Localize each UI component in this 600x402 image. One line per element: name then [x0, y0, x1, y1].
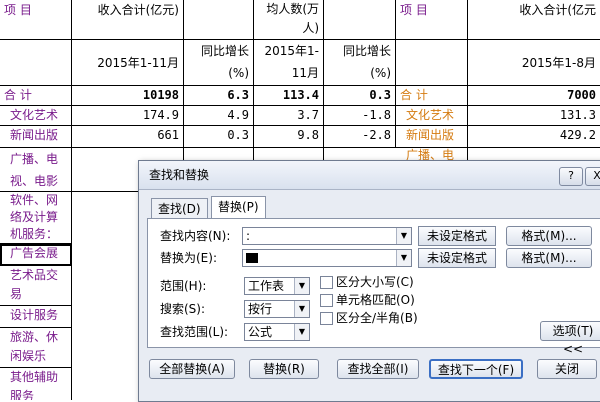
lookin-value: 公式: [248, 325, 273, 339]
header-revenue-total[interactable]: 收入合计(亿元): [72, 0, 184, 40]
row-name[interactable]: 设计服务: [0, 306, 72, 328]
row-value[interactable]: -1.8: [324, 106, 396, 126]
chevron-down-icon[interactable]: ▼: [294, 324, 309, 340]
match-byte-label: 区分全/半角(B): [336, 311, 418, 325]
header-revenue-total-2[interactable]: 收入合计(亿元: [468, 0, 600, 40]
row-value[interactable]: 174.9: [72, 106, 184, 126]
search-label: 搜索(S):: [160, 302, 206, 316]
find-all-button[interactable]: 查找全部(I): [337, 359, 419, 379]
header2-blank-2[interactable]: [396, 40, 468, 86]
lookin-label: 查找范围(L):: [160, 325, 229, 339]
replace-all-button[interactable]: 全部替换(A): [149, 359, 235, 379]
row-value[interactable]: -2.8: [324, 126, 396, 148]
row-name[interactable]: 合 计: [0, 86, 72, 106]
find-next-button[interactable]: 查找下一个(F): [429, 359, 523, 379]
chevron-down-icon[interactable]: ▼: [294, 301, 309, 317]
row-value[interactable]: 10198: [72, 86, 184, 106]
match-cell-label: 单元格匹配(O): [336, 293, 415, 307]
match-byte-checkbox[interactable]: [320, 312, 333, 325]
row-value[interactable]: 7000: [468, 86, 600, 106]
row-value[interactable]: 113.4: [254, 86, 324, 106]
row-name[interactable]: 旅游、休闲娱乐: [0, 328, 72, 368]
table-row: 合 计 10198 6.3 113.4 0.3 合 计 7000: [0, 86, 600, 106]
header-yoy-2[interactable]: 同比增长(%): [324, 40, 396, 86]
lookin-select[interactable]: 公式 ▼: [244, 323, 310, 341]
header-row-1: 项 目 收入合计(亿元) 均人数(万人) 项 目 收入合计(亿元: [0, 0, 600, 40]
search-value: 按行: [248, 302, 273, 316]
row-name[interactable]: 艺术品交易: [0, 266, 72, 306]
header-empty-2[interactable]: [324, 0, 396, 40]
row-name[interactable]: 其他辅助服务: [0, 368, 72, 400]
header-period-staff[interactable]: 2015年1-11月: [254, 40, 324, 86]
table-row: 文化艺术 174.9 4.9 3.7 -1.8 文化艺术 131.3: [0, 106, 600, 126]
chevron-down-icon[interactable]: ▼: [294, 278, 309, 294]
within-value: 工作表: [248, 279, 285, 293]
row-name[interactable]: 软件、网络及计算机服务：: [0, 192, 72, 244]
search-select[interactable]: 按行 ▼: [244, 300, 310, 318]
replace-button[interactable]: 替换(R): [249, 359, 319, 379]
header-period-2[interactable]: 2015年1-8月: [468, 40, 600, 86]
row-value[interactable]: 429.2: [468, 126, 600, 148]
replace-panel: 查找内容(N): : ▼ 未设定格式 格式(M)... 替换为(E): ▼ 未设…: [147, 218, 600, 356]
row-name[interactable]: 广告会展: [0, 244, 72, 266]
chevron-down-icon[interactable]: ▼: [396, 228, 411, 244]
replace-label: 替换为(E):: [160, 251, 217, 265]
within-label: 范围(H):: [160, 279, 207, 293]
match-case-label: 区分大小写(C): [336, 275, 414, 289]
row-value[interactable]: 9.8: [254, 126, 324, 148]
column-divider: [71, 148, 72, 400]
within-select[interactable]: 工作表 ▼: [244, 277, 310, 295]
header-yoy[interactable]: 同比增长(%): [184, 40, 254, 86]
replace-input[interactable]: ▼: [242, 249, 412, 267]
row-value[interactable]: 131.3: [468, 106, 600, 126]
column-divider: [183, 148, 184, 160]
close-x-button[interactable]: X: [585, 167, 600, 186]
row-value[interactable]: 4.9: [184, 106, 254, 126]
row-value[interactable]: 3.7: [254, 106, 324, 126]
find-value: :: [246, 229, 251, 243]
header-item[interactable]: 项 目: [0, 0, 72, 40]
dialog-title: 查找和替换: [149, 168, 210, 182]
help-button[interactable]: ?: [559, 167, 583, 186]
black-square-icon: [246, 252, 258, 263]
find-label: 查找内容(N):: [160, 229, 231, 243]
header-empty[interactable]: [184, 0, 254, 40]
row-name[interactable]: 新闻出版: [0, 126, 72, 148]
replace-format-preview: 未设定格式: [418, 248, 496, 268]
row-value[interactable]: 6.3: [184, 86, 254, 106]
row-name-2[interactable]: 文化艺术: [396, 106, 468, 126]
header2-blank[interactable]: [0, 40, 72, 86]
chevron-down-icon[interactable]: ▼: [396, 250, 411, 266]
close-button[interactable]: 关闭: [537, 359, 597, 379]
find-format-button[interactable]: 格式(M)...: [506, 226, 592, 246]
tab-replace[interactable]: 替换(P): [211, 196, 266, 220]
row-name-2[interactable]: 新闻出版: [396, 126, 468, 148]
column-divider: [253, 148, 254, 160]
tab-find[interactable]: 查找(D): [151, 198, 208, 219]
row-name[interactable]: 广播、电视、电影: [0, 148, 72, 192]
find-replace-dialog: 查找和替换 ? X 查找(D) 替换(P) 查找内容(N): : ▼ 未设定格式…: [138, 160, 600, 402]
row-value[interactable]: 0.3: [184, 126, 254, 148]
header-item-2[interactable]: 项 目: [396, 0, 468, 40]
row-value[interactable]: 0.3: [324, 86, 396, 106]
header-row-2: 2015年1-11月 同比增长(%) 2015年1-11月 同比增长(%) 20…: [0, 40, 600, 86]
dialog-title-bar[interactable]: 查找和替换: [139, 161, 600, 190]
match-cell-checkbox[interactable]: [320, 294, 333, 307]
match-case-checkbox[interactable]: [320, 276, 333, 289]
find-input[interactable]: : ▼: [242, 227, 412, 245]
find-format-preview: 未设定格式: [418, 226, 496, 246]
replace-format-button[interactable]: 格式(M)...: [506, 248, 592, 268]
row-name[interactable]: 文化艺术: [0, 106, 72, 126]
header-avg-staff[interactable]: 均人数(万人): [254, 0, 324, 40]
header-period[interactable]: 2015年1-11月: [72, 40, 184, 86]
column-divider: [323, 148, 324, 160]
row-value[interactable]: 661: [72, 126, 184, 148]
options-button[interactable]: 选项(T) <<: [540, 321, 600, 356]
table-row: 新闻出版 661 0.3 9.8 -2.8 新闻出版 429.2: [0, 126, 600, 148]
row-name-2[interactable]: 合 计: [396, 86, 468, 106]
